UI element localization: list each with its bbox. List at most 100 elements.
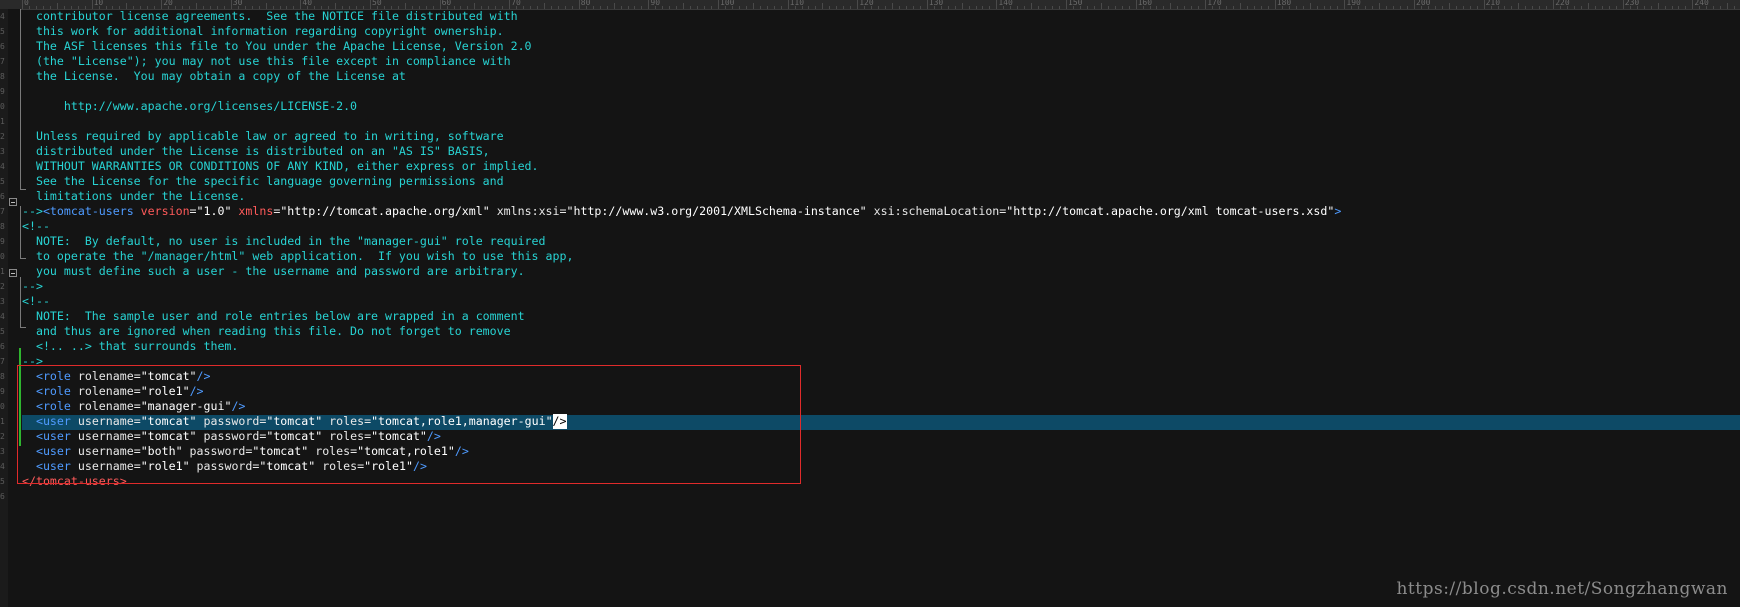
line-number: 4 [0, 462, 5, 471]
eq: = [133, 399, 141, 413]
code-line: See the License for the specific languag… [22, 174, 504, 188]
attr-value: "tomcat" [140, 369, 197, 383]
attr-value: "http://tomcat.apache.org/xml" [280, 204, 490, 218]
ruler-number: 30 [232, 0, 243, 7]
text-cursor: /> [552, 414, 567, 429]
fold-toggle-icon[interactable] [9, 198, 17, 206]
attr-value: "tomcat,role1" [357, 444, 455, 458]
ruler-number: 20 [163, 0, 173, 7]
eq: = [133, 414, 141, 428]
code-line: you must define such a user - the userna… [22, 264, 525, 278]
code-line-user: <user username="both" password="tomcat" … [22, 444, 469, 459]
tag-close: > [1334, 204, 1342, 218]
attr-value: "role1" [140, 459, 190, 473]
comment-end: --> [22, 204, 43, 218]
line-number: 5 [0, 327, 5, 336]
code-line-user: <user username="role1" password="tomcat"… [22, 459, 427, 474]
watermark: https://blog.csdn.net/Songzhangwan [1396, 579, 1728, 599]
attr-name: rolename [70, 369, 134, 383]
code-line-user-selected: <user username="tomcat" password="tomcat… [22, 414, 567, 429]
tag-close: /> [454, 444, 469, 458]
line-number: 6 [0, 492, 5, 501]
tag-name: <user [35, 444, 71, 458]
code-line: WITHOUT WARRANTIES OR CONDITIONS OF ANY … [22, 159, 539, 173]
code-line-role: <role rolename="manager-gui"/> [22, 399, 245, 414]
ruler-number: 90 [650, 0, 661, 7]
eq: = [133, 444, 141, 458]
fold-guide [20, 277, 21, 327]
attr-name: roles [308, 444, 351, 458]
tag-name: <tomcat-users [42, 204, 134, 218]
code-line: this work for additional information reg… [22, 24, 504, 38]
tag-close: /> [426, 429, 441, 443]
line-number: 4 [0, 12, 5, 21]
ruler-number: 0 [24, 0, 29, 7]
change-marker [19, 348, 21, 446]
code-editor[interactable]: contributor license agreements. See the … [22, 9, 1740, 607]
attr-value: "tomcat" [259, 459, 316, 473]
eq: = [133, 459, 141, 473]
line-number: 7 [0, 207, 5, 216]
code-line: (the "License"); you may not use this fi… [22, 54, 511, 68]
line-number: 3 [0, 147, 5, 156]
attr-value: "tomcat" [266, 429, 323, 443]
line-number-gutter: 4 5 6 7 8 9 0 1 2 3 4 5 6 7 8 9 0 1 2 3 4 5 6 7 8 9 0 1 2 3 4 5 6 [0, 9, 8, 607]
ruler-number: 10 [93, 0, 104, 7]
eq: = [364, 414, 372, 428]
attr-name: roles [322, 414, 365, 428]
tag-close: /> [231, 399, 246, 413]
attr-name: roles [322, 429, 365, 443]
tag-name: <role [35, 384, 71, 398]
line-number: 2 [0, 282, 5, 291]
line-number: 5 [0, 477, 5, 486]
line-number: 8 [0, 72, 5, 81]
tag-name: <user [35, 459, 71, 473]
attr-value: "tomcat" [140, 414, 197, 428]
code-line: limitations under the License. [22, 189, 246, 203]
tag-name: <role [35, 399, 71, 413]
line-number: 1 [0, 117, 5, 126]
fold-margin [8, 9, 26, 607]
fold-toggle-icon[interactable] [9, 269, 17, 277]
ruler-number: 40 [302, 0, 313, 7]
attr-value: "tomcat" [371, 429, 427, 443]
line-number: 7 [0, 357, 5, 366]
attr-value: "role1" [140, 384, 190, 398]
code-line: <!-- [22, 294, 50, 308]
code-line-user: <user username="tomcat" password="tomcat… [22, 429, 441, 444]
attr-name: password [196, 414, 260, 428]
line-number: 9 [0, 237, 5, 246]
tag-name: <role [35, 369, 71, 383]
eq: = [133, 369, 141, 383]
code-line: to operate the "/manager/html" web appli… [22, 249, 574, 263]
line-number: 5 [0, 177, 5, 186]
line-number: 5 [0, 27, 5, 36]
fold-guide [20, 206, 21, 258]
ruler-number: 50 [372, 0, 382, 7]
attr-name: username [70, 444, 134, 458]
line-number: 0 [0, 102, 5, 111]
line-number: 3 [0, 297, 5, 306]
attr-value: "tomcat" [266, 414, 323, 428]
code-line: <!-- [22, 219, 50, 233]
attr-name: xsi:schemaLocation [866, 204, 1000, 218]
eq: = [559, 204, 567, 218]
fold-guide [20, 9, 21, 189]
line-number: 1 [0, 417, 5, 426]
code-line: the License. You may obtain a copy of th… [22, 69, 406, 83]
attr-name: xmlns [231, 204, 274, 218]
attr-name: rolename [70, 384, 134, 398]
attr-value: "http://www.w3.org/2001/XMLSchema-instan… [566, 204, 867, 218]
attr-value: "http://tomcat.apache.org/xml tomcat-use… [1006, 204, 1335, 218]
attr-name: xmlns:xsi [489, 204, 560, 218]
code-line: Unless required by applicable law or agr… [22, 129, 504, 143]
code-line-root-tag: --><tomcat-users version="1.0" xmlns="ht… [22, 204, 1341, 219]
line-number: 2 [0, 432, 5, 441]
tag-close: /> [189, 384, 204, 398]
tag-name: <user [35, 414, 71, 428]
code-line: NOTE: By default, no user is included in… [22, 234, 546, 248]
